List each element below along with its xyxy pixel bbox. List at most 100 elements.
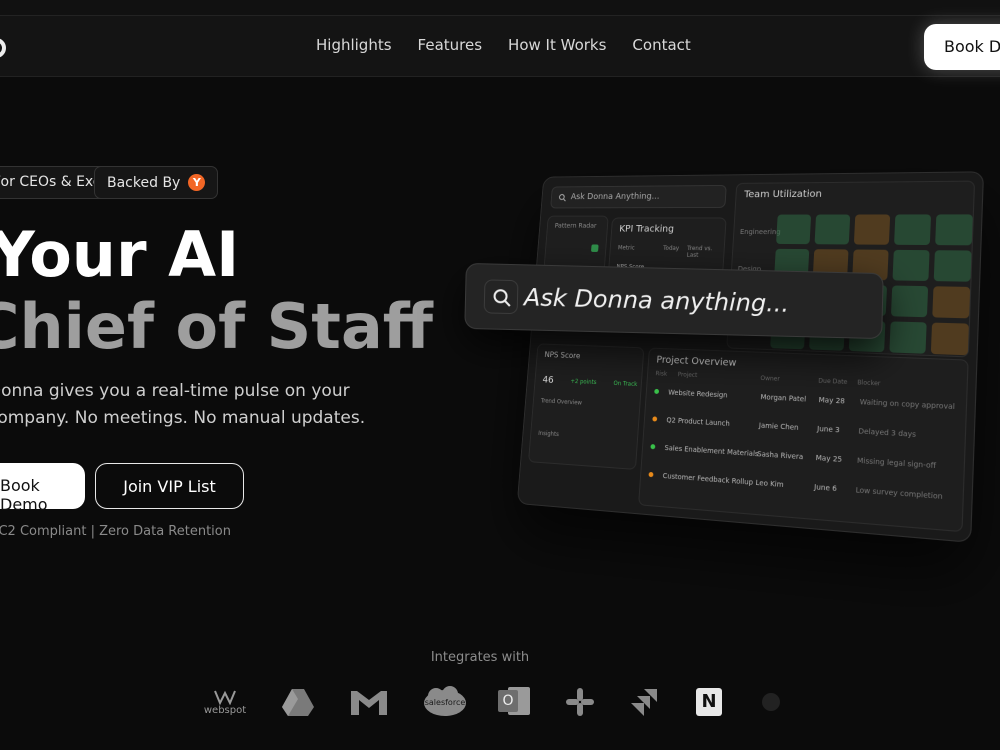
pattern-radar-title: Pattern Radar [554, 222, 597, 230]
gmail-icon [348, 680, 390, 724]
project-header: Due Date [818, 377, 848, 386]
owner-name: Leo Kim [755, 478, 784, 490]
nps-insights-label: Insights [537, 429, 560, 439]
search-icon [493, 289, 511, 307]
utilization-cell [814, 214, 851, 245]
nps-status: On Track [613, 380, 638, 389]
nps-value: 46 [542, 374, 554, 386]
table-row: Website Redesign Morgan Patel May 28 Waitin… [654, 388, 955, 411]
webspot-text: webspot [203, 704, 247, 716]
dashboard-card: Ask Donna Anything... Team Utilization E… [516, 171, 985, 543]
utilization-cell [853, 214, 891, 245]
backed-by-label: Backed By [107, 174, 181, 191]
outlook-icon: O [498, 680, 532, 724]
project-header: Blocker [857, 379, 881, 388]
project-name: Customer Feedback Rollup [662, 471, 754, 487]
kpi-header: Trend vs. Last [686, 245, 713, 259]
utilization-cell [933, 250, 972, 282]
due-date: May 25 [815, 453, 843, 464]
salesforce-text: salesforce [424, 697, 466, 707]
book-demo-button[interactable]: Book Demo [0, 463, 85, 514]
integration-logos: webspot salesforce O N [200, 680, 790, 724]
project-overview-title: Project Overview [656, 354, 737, 369]
owner-name: Morgan Patel [760, 393, 807, 404]
dashboard-search: Ask Donna Anything... [550, 184, 727, 209]
risk-indicator [648, 471, 654, 478]
project-header: Risk [655, 370, 668, 378]
due-date: June 3 [816, 424, 840, 435]
project-name: Q2 Product Launch [666, 416, 731, 428]
utilization-cell [930, 322, 969, 356]
outlook-letter: O [498, 690, 518, 712]
utilization-cell [889, 321, 927, 354]
ask-donna-prompt: Ask Donna anything... [523, 283, 790, 318]
table-row: Sales Enablement MaterialsSasha Rivera Ma… [650, 443, 936, 470]
nps-title: NPS Score [544, 350, 581, 361]
jira-icon [628, 680, 660, 724]
blocker-text: Low survey completion [855, 486, 943, 502]
project-header: Project [677, 371, 698, 380]
nps-change: +2 points [570, 378, 597, 386]
webspot-icon: webspot [200, 680, 250, 724]
risk-indicator [654, 388, 660, 395]
nav-link-features[interactable]: Features [418, 36, 483, 54]
compliance-note: SOC2 Compliant | Zero Data Retention [0, 524, 231, 539]
google-drive-icon [280, 680, 316, 724]
utilization-cell [890, 285, 929, 318]
project-header-row: Risk Project Owner Due Date Blocker [655, 370, 880, 387]
due-date: June 6 [813, 482, 838, 494]
project-overview-panel: Project Overview Risk Project Owner Due … [638, 347, 969, 533]
risk-indicator [652, 416, 658, 422]
kpi-header: Metric [617, 244, 635, 252]
project-name: Sales Enablement Materials [664, 443, 759, 459]
nps-score-panel: NPS Score 46 +2 points On Track Trend Ov… [528, 343, 645, 470]
project-name: Website Redesign [667, 388, 728, 400]
integrates-label: Integrates with [430, 650, 530, 665]
salesforce-icon: salesforce [422, 680, 468, 724]
join-vip-list-button[interactable]: Join VIP List [95, 463, 244, 509]
logo-icon[interactable] [0, 38, 6, 58]
nav-book-demo-button[interactable]: Book Demo [924, 24, 1000, 70]
ask-search-icon-box [483, 279, 519, 315]
notion-letter: N [696, 688, 722, 716]
hero-subtext: Donna gives you a real-time pulse on you… [0, 381, 366, 428]
blocker-text: Waiting on copy approval [859, 397, 956, 412]
kpi-header: Today [662, 245, 680, 252]
kpi-tracking-title: KPI Tracking [618, 224, 675, 235]
search-icon [558, 194, 566, 202]
headline-line-2: Chief of Staff [0, 290, 434, 363]
dashboard-preview: Ask Donna Anything... Team Utilization E… [500, 160, 985, 550]
navbar: Highlights Features How It Works Contact… [0, 15, 1000, 77]
nps-trend-label: Trend Overview [540, 397, 583, 407]
team-row-label: Engineering [739, 228, 781, 237]
utilization-cell [935, 214, 973, 246]
team-utilization-title: Team Utilization [743, 188, 823, 201]
slack-icon [564, 680, 596, 724]
check-icon [590, 244, 599, 252]
ask-donna-bar[interactable]: Ask Donna anything... [464, 262, 884, 340]
dashboard-search-text: Ask Donna Anything... [570, 192, 660, 202]
notion-icon: N [694, 680, 724, 724]
nav-link-highlights[interactable]: Highlights [316, 36, 392, 54]
table-row: Customer Feedback Rollup Leo Kim June 6 Low… [648, 471, 943, 502]
owner-name: Jamie Chen [758, 421, 799, 432]
nav-link-how-it-works[interactable]: How It Works [508, 36, 606, 54]
utilization-cell [932, 286, 971, 319]
risk-indicator [650, 444, 656, 450]
headline-line-1: Your AI [0, 218, 240, 291]
nav-link-contact[interactable]: Contact [632, 36, 690, 54]
owner-name: Sasha Rivera [756, 450, 804, 462]
blocker-text: Delayed 3 days [858, 427, 917, 439]
faded-logo-icon [756, 680, 786, 724]
utilization-cell [894, 214, 932, 246]
due-date: May 28 [818, 395, 846, 406]
backed-by-badge: Backed By Y [94, 166, 219, 199]
nav-links: Highlights Features How It Works Contact [316, 36, 691, 54]
ycombinator-icon: Y [188, 174, 206, 191]
utilization-cell [892, 249, 930, 282]
project-header: Owner [760, 374, 780, 383]
utilization-cell [776, 214, 812, 245]
top-strip [0, 0, 1000, 15]
blocker-text: Missing legal sign-off [856, 456, 937, 471]
table-row: Q2 Product Launch Jamie Chen June 3 Delayed… [652, 415, 916, 439]
